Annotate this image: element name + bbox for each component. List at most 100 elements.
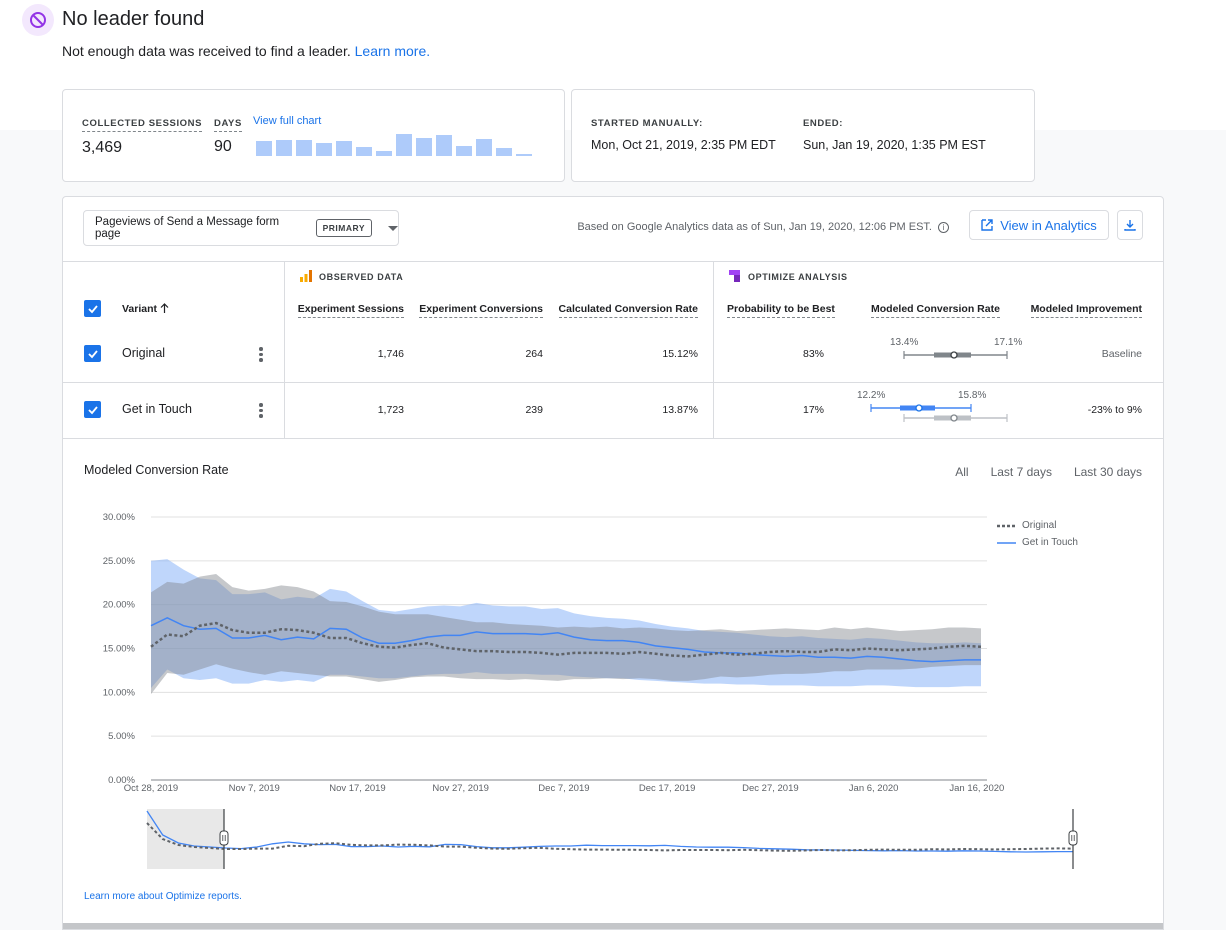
prob-best-column-header[interactable]: Probability to be Best [727,303,835,318]
select-all-checkbox[interactable] [84,300,101,317]
more-vert-icon[interactable] [259,403,263,418]
info-icon[interactable]: i [938,221,949,233]
x-tick-label: Dec 7, 2019 [538,783,589,794]
ended-value: Sun, Jan 19, 2020, 1:35 PM EST [803,138,986,152]
observed-data-header: OBSERVED DATA [319,272,404,282]
x-tick-label: Nov 27, 2019 [432,783,489,794]
prob-best-cell: 17% [802,404,824,416]
sparkline-bar [496,148,512,156]
navigator-handle[interactable] [1068,830,1078,846]
row-checkbox[interactable] [84,345,101,362]
conversions-cell: 264 [525,348,543,360]
legend-item-original[interactable]: Original [997,517,1078,534]
sparkline-bar [356,147,372,156]
x-tick-label: Jan 16, 2020 [949,783,1004,794]
conv-rate-cell: 15.12% [662,348,698,360]
download-icon [1124,220,1136,231]
range-low-label: 12.2% [857,390,886,401]
row-checkbox[interactable] [84,401,101,418]
chart-title: Modeled Conversion Rate [84,463,229,477]
x-tick-label: Nov 17, 2019 [329,783,386,794]
sessions-sparkline [256,132,532,156]
sessions-cell: 1,723 [377,404,404,416]
get-in-touch-range-bar [870,404,1008,422]
conv-rate-column-header[interactable]: Calculated Conversion Rate [558,303,698,318]
view-in-analytics-button[interactable]: View in Analytics [969,210,1109,240]
x-tick-label: Oct 28, 2019 [124,783,178,794]
improvement-cell: Baseline [1101,348,1142,360]
chevron-down-icon [388,225,398,231]
y-tick-label: 10.00% [103,687,136,698]
open-in-new-icon [981,219,993,231]
sessions-column-header[interactable]: Experiment Sessions [297,303,404,318]
variant-name: Get in Touch [122,402,192,416]
arrow-up-icon [160,303,169,313]
range-high-label: 17.1% [994,337,1023,348]
tab-all[interactable]: All [955,465,968,479]
view-in-analytics-label: View in Analytics [1000,217,1097,233]
x-tick-label: Jan 6, 2020 [849,783,899,794]
download-button[interactable] [1117,210,1143,240]
legend-label: Original [1022,520,1057,531]
objective-select[interactable]: Pageviews of Send a Message form page PR… [83,210,399,246]
summary-card: COLLECTED SESSIONS 3,469 DAYS 90 View fu… [62,89,565,182]
started-label: STARTED MANUALLY: [591,118,703,129]
sparkline-bar [476,138,492,156]
modeled-rate-column-header[interactable]: Modeled Conversion Rate [871,303,1000,318]
legend-swatch-dotted [997,524,1016,527]
divider [63,438,1163,439]
block-icon [22,4,54,36]
optimize-icon [729,270,740,282]
banner-subtitle: Not enough data was received to find a l… [62,43,430,59]
sparkline-bar [396,133,412,156]
legend-item-get-in-touch[interactable]: Get in Touch [997,534,1078,551]
based-on-text: Based on Google Analytics data as of Sun… [577,221,932,233]
navigator-handle[interactable] [219,830,229,846]
x-tick-label: Dec 17, 2019 [639,783,696,794]
variant-column-header[interactable]: Variant [122,303,169,315]
more-vert-icon[interactable] [259,347,263,362]
learn-more-reports-link[interactable]: Learn more about Optimize reports. [84,891,242,902]
range-navigator[interactable] [63,807,1164,873]
divider [63,261,1163,262]
optimize-analysis-header: OPTIMIZE ANALYSIS [748,272,848,282]
legend: Original Get in Touch [997,517,1078,551]
navigator-unselected-region [147,809,224,869]
sparkline-bar [416,138,432,156]
sessions-cell: 1,746 [377,348,404,360]
sparkline-bar [436,135,452,156]
navigator-track [147,809,1073,869]
date-range-tabs: All Last 7 days Last 30 days [933,463,1142,481]
y-tick-label: 25.00% [103,556,136,567]
days-label: DAYS [214,118,242,132]
range-low-label: 13.4% [890,337,919,348]
view-full-chart-link[interactable]: View full chart [253,115,321,127]
scrollbar[interactable] [63,923,1163,929]
prob-best-cell: 83% [802,348,824,360]
conversions-column-header[interactable]: Experiment Conversions [419,303,543,318]
tab-last-7-days[interactable]: Last 7 days [991,465,1052,479]
y-tick-label: 15.00% [103,644,136,655]
divider [63,382,1163,383]
started-value: Mon, Oct 21, 2019, 2:35 PM EDT [591,138,776,152]
sparkline-bar [276,140,292,156]
sparkline-bar [516,154,532,156]
range-high-label: 15.8% [958,390,987,401]
objective-label: Pageviews of Send a Message form page [95,216,280,240]
variant-name: Original [122,346,166,360]
improvement-column-header[interactable]: Modeled Improvement [1030,303,1142,318]
banner-subtitle-text: Not enough data was received to find a l… [62,43,351,59]
ended-label: ENDED: [803,118,844,129]
sparkline-bar [296,140,312,156]
learn-more-link[interactable]: Learn more. [355,43,430,59]
tab-last-30-days[interactable]: Last 30 days [1074,465,1142,479]
collected-sessions-value: 3,469 [82,139,123,156]
y-tick-label: 5.00% [108,731,135,742]
y-tick-label: 20.00% [103,600,136,611]
legend-swatch-solid [997,541,1016,544]
analytics-icon [300,270,312,282]
improvement-cell: -23% to 9% [1087,404,1142,416]
sparkline-bar [256,141,272,156]
sparkline-bar [456,145,472,156]
days-value: 90 [214,138,232,155]
